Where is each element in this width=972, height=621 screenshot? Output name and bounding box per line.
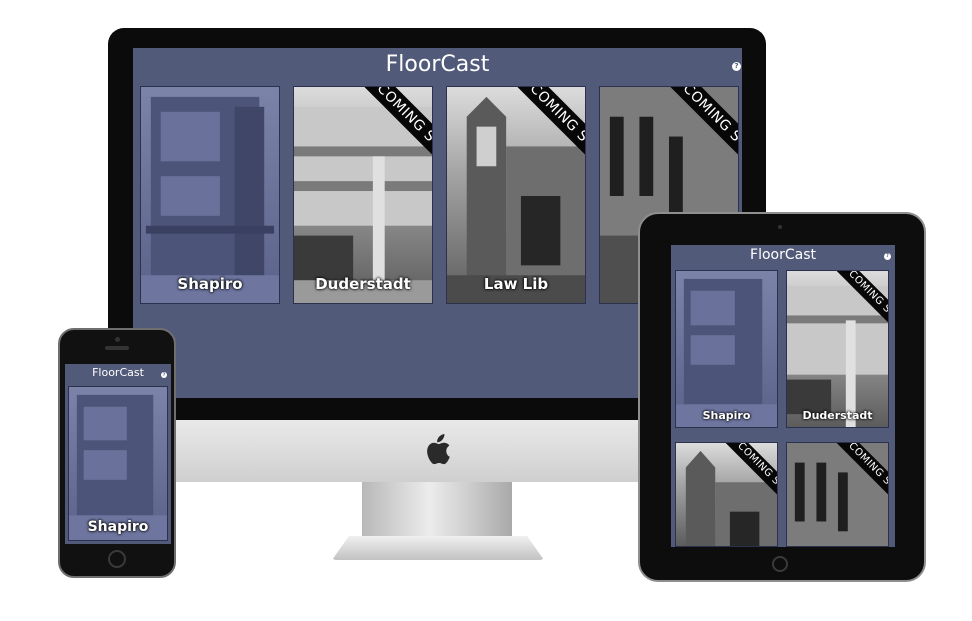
iphone-speaker	[105, 346, 129, 350]
help-icon[interactable]: ?	[161, 372, 167, 378]
help-icon[interactable]: ?	[732, 62, 741, 71]
building-photo	[141, 96, 279, 303]
imac-stand-base	[332, 536, 544, 560]
building-tile-duderstadt[interactable]: COMING SOON Duderstadt	[293, 86, 433, 304]
app-title: FloorCast	[750, 247, 816, 263]
building-tile-duderstadt[interactable]: COMING SOON Duderstadt	[786, 270, 889, 428]
ipad-home-button[interactable]	[772, 556, 788, 572]
ipad-camera	[778, 225, 782, 229]
tile-label: Duderstadt	[315, 275, 411, 293]
building-tile-shapiro[interactable]: Shapiro	[68, 386, 168, 541]
iphone-screen: FloorCast ? Shapiro	[65, 364, 171, 544]
building-tile-law-lib[interactable]: COMING SOON Law Lib	[446, 86, 586, 304]
building-tile-shapiro[interactable]: Shapiro	[140, 86, 280, 304]
tile-label: Law Lib	[483, 275, 549, 293]
imac-stand-neck	[362, 482, 512, 540]
building-tile-shapiro[interactable]: Shapiro	[675, 270, 778, 428]
tile-label: Duderstadt	[802, 409, 873, 422]
iphone-home-button[interactable]	[108, 550, 126, 568]
iphone-camera	[115, 337, 120, 342]
building-tile-4[interactable]: COMING SOON	[786, 442, 889, 547]
apple-logo-icon	[427, 434, 450, 465]
building-photo	[69, 394, 167, 540]
tile-label: Shapiro	[87, 519, 149, 535]
building-photo	[676, 278, 777, 427]
tile-label: Shapiro	[177, 275, 243, 293]
ipad-screen: FloorCast ? Shapiro COMING SOON Dudersta…	[671, 245, 895, 547]
app-title: FloorCast	[92, 366, 144, 379]
tile-label: Shapiro	[702, 409, 751, 422]
building-tile-3[interactable]: COMING SOON	[675, 442, 778, 547]
app-title: FloorCast	[385, 52, 490, 77]
help-icon[interactable]: ?	[884, 253, 891, 260]
